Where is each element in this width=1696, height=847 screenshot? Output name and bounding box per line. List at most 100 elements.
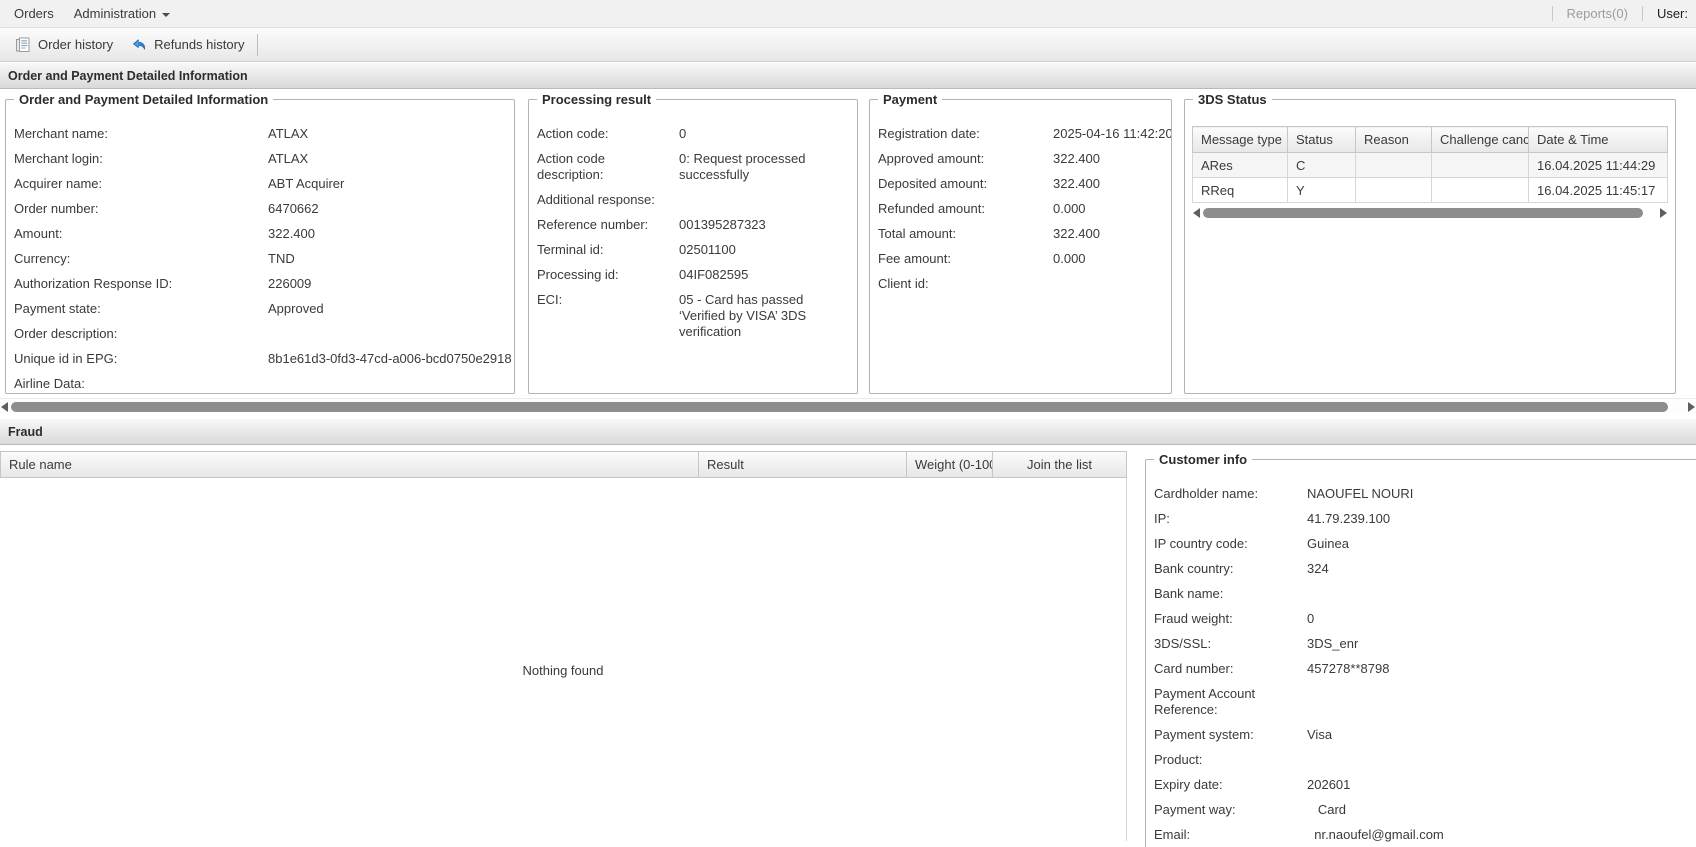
col-header-challenge-cancel: Challenge cancel bbox=[1432, 127, 1529, 153]
table-cell bbox=[1356, 178, 1432, 203]
main-horizontal-scrollbar[interactable] bbox=[0, 398, 1696, 414]
table-cell: 16.04.2025 11:45:17 bbox=[1529, 178, 1668, 203]
table-row[interactable]: RReq Y 16.04.2025 11:45:17 bbox=[1193, 178, 1668, 203]
order-info-body: Merchant name: ATLAX Merchant login: ATL… bbox=[6, 100, 514, 393]
field-value: ATLAX bbox=[268, 151, 506, 167]
toolbar: Order history Refunds history bbox=[0, 28, 1696, 62]
field-label: Approved amount: bbox=[878, 151, 1053, 167]
field-label: Amount: bbox=[14, 226, 268, 242]
scroll-left-arrow-icon[interactable] bbox=[1193, 208, 1200, 218]
scroll-right-arrow-icon[interactable] bbox=[1688, 402, 1695, 412]
field-row: Processing id: 04IF082595 bbox=[537, 267, 849, 283]
field-row: Unique id in EPG: 8b1e61d3-0fd3-47cd-a00… bbox=[14, 351, 506, 367]
field-label: Additional response: bbox=[537, 192, 679, 208]
processing-result-body: Action code: 0 Action code description: … bbox=[529, 100, 857, 393]
field-label: Reference number: bbox=[537, 217, 679, 233]
field-label: Fraud weight: bbox=[1154, 611, 1307, 627]
refunds-history-icon bbox=[131, 37, 147, 53]
reports-link[interactable]: Reports(0) bbox=[1553, 6, 1642, 21]
page-section-header-label: Order and Payment Detailed Information bbox=[8, 69, 248, 83]
field-value: Approved bbox=[268, 301, 506, 317]
field-row: Currency: TND bbox=[14, 251, 506, 267]
field-label: Acquirer name: bbox=[14, 176, 268, 192]
field-value: 8b1e61d3-0fd3-47cd-a006-bcd0750e2918 bbox=[268, 351, 512, 367]
chevron-down-icon bbox=[162, 13, 170, 17]
field-value: 322.400 bbox=[268, 226, 506, 242]
field-value: 0 bbox=[679, 126, 849, 142]
field-label: Payment Account Reference: bbox=[1154, 686, 1307, 718]
field-label: IP country code: bbox=[1154, 536, 1307, 552]
field-label: Deposited amount: bbox=[878, 176, 1053, 192]
field-row: Bank name: bbox=[1154, 586, 1696, 602]
refunds-history-button[interactable]: Refunds history bbox=[122, 33, 253, 57]
field-row: Order number: 6470662 bbox=[14, 201, 506, 217]
menu-item-administration[interactable]: Administration bbox=[68, 6, 176, 21]
field-label: Action code: bbox=[537, 126, 679, 142]
field-row: IP country code: Guinea bbox=[1154, 536, 1696, 552]
field-value: 04IF082595 bbox=[679, 267, 849, 283]
fraud-area: Rule name Result Weight (0-100) Join the… bbox=[0, 445, 1696, 847]
order-info-fieldset: Order and Payment Detailed Information M… bbox=[5, 99, 515, 394]
three-ds-body: Message type Status Reason Challenge can… bbox=[1185, 100, 1675, 393]
three-ds-table: Message type Status Reason Challenge can… bbox=[1192, 126, 1668, 203]
menu-item-orders[interactable]: Orders bbox=[8, 6, 60, 21]
order-history-button[interactable]: Order history bbox=[6, 33, 122, 57]
field-value: 0: Request processed successfully bbox=[679, 151, 849, 183]
table-row[interactable]: ARes C 16.04.2025 11:44:29 bbox=[1193, 153, 1668, 178]
col-header-rule-name: Rule name bbox=[1, 452, 699, 477]
scrollbar-thumb[interactable] bbox=[11, 402, 1668, 412]
field-row: Refunded amount: 0.000 bbox=[878, 201, 1163, 217]
field-value: 0.000 bbox=[1053, 201, 1163, 217]
fraud-section-header: Fraud bbox=[0, 418, 1696, 445]
scrollbar-thumb[interactable] bbox=[1203, 208, 1643, 218]
table-cell: RReq bbox=[1193, 178, 1288, 203]
field-value: Card bbox=[1307, 802, 1696, 818]
field-label: Terminal id: bbox=[537, 242, 679, 258]
table-cell bbox=[1356, 153, 1432, 178]
field-row: Card number: 457278**8798 bbox=[1154, 661, 1696, 677]
field-value: 226009 bbox=[268, 276, 506, 292]
field-value: 324 bbox=[1307, 561, 1696, 577]
fieldset-legend-order-info: Order and Payment Detailed Information bbox=[14, 92, 273, 107]
toolbar-separator bbox=[257, 34, 258, 56]
field-label: Card number: bbox=[1154, 661, 1307, 677]
field-row: Email: nr.naoufel@gmail.com bbox=[1154, 827, 1696, 843]
field-row: 3DS/SSL: 3DS_enr bbox=[1154, 636, 1696, 652]
col-header-date-time: Date & Time bbox=[1529, 127, 1668, 153]
table-cell: ARes bbox=[1193, 153, 1288, 178]
field-value: TND bbox=[268, 251, 506, 267]
scrollbar-track[interactable] bbox=[11, 401, 1685, 413]
field-label: Registration date: bbox=[878, 126, 1053, 142]
field-row: Registration date: 2025-04-16 11:42:20 bbox=[878, 126, 1163, 142]
field-label: Bank name: bbox=[1154, 586, 1307, 602]
field-row: Product: bbox=[1154, 752, 1696, 768]
order-history-label: Order history bbox=[38, 37, 113, 52]
fraud-section-header-label: Fraud bbox=[8, 425, 43, 439]
field-value: nr.naoufel@gmail.com bbox=[1307, 827, 1696, 843]
field-row: Additional response: bbox=[537, 192, 849, 208]
field-value: ATLAX bbox=[268, 126, 506, 142]
field-row: Payment state: Approved bbox=[14, 301, 506, 317]
field-value: NAOUFEL NOURI bbox=[1307, 486, 1696, 502]
field-value: 02501100 bbox=[679, 242, 849, 258]
field-value: 001395287323 bbox=[679, 217, 849, 233]
menu-item-orders-label: Orders bbox=[14, 6, 54, 21]
scroll-left-arrow-icon[interactable] bbox=[1, 402, 8, 412]
table-cell: Y bbox=[1288, 178, 1356, 203]
fieldset-legend-3ds-status: 3DS Status bbox=[1193, 92, 1272, 107]
field-label: Action code description: bbox=[537, 151, 679, 183]
field-row: Approved amount: 322.400 bbox=[878, 151, 1163, 167]
field-value: Guinea bbox=[1307, 536, 1696, 552]
menu-item-administration-label: Administration bbox=[74, 6, 156, 21]
table-cell: 16.04.2025 11:44:29 bbox=[1529, 153, 1668, 178]
field-row: Action code: 0 bbox=[537, 126, 849, 142]
scrollbar-track[interactable] bbox=[1203, 207, 1657, 219]
field-value: 2025-04-16 11:42:20 bbox=[1053, 126, 1171, 142]
field-row: Fraud weight: 0 bbox=[1154, 611, 1696, 627]
three-ds-horizontal-scrollbar[interactable] bbox=[1192, 205, 1668, 220]
field-label: Order number: bbox=[14, 201, 268, 217]
scroll-right-arrow-icon[interactable] bbox=[1660, 208, 1667, 218]
field-value: 41.79.239.100 bbox=[1307, 511, 1696, 527]
field-label: Email: bbox=[1154, 827, 1307, 843]
field-value: 0 bbox=[1307, 611, 1696, 627]
